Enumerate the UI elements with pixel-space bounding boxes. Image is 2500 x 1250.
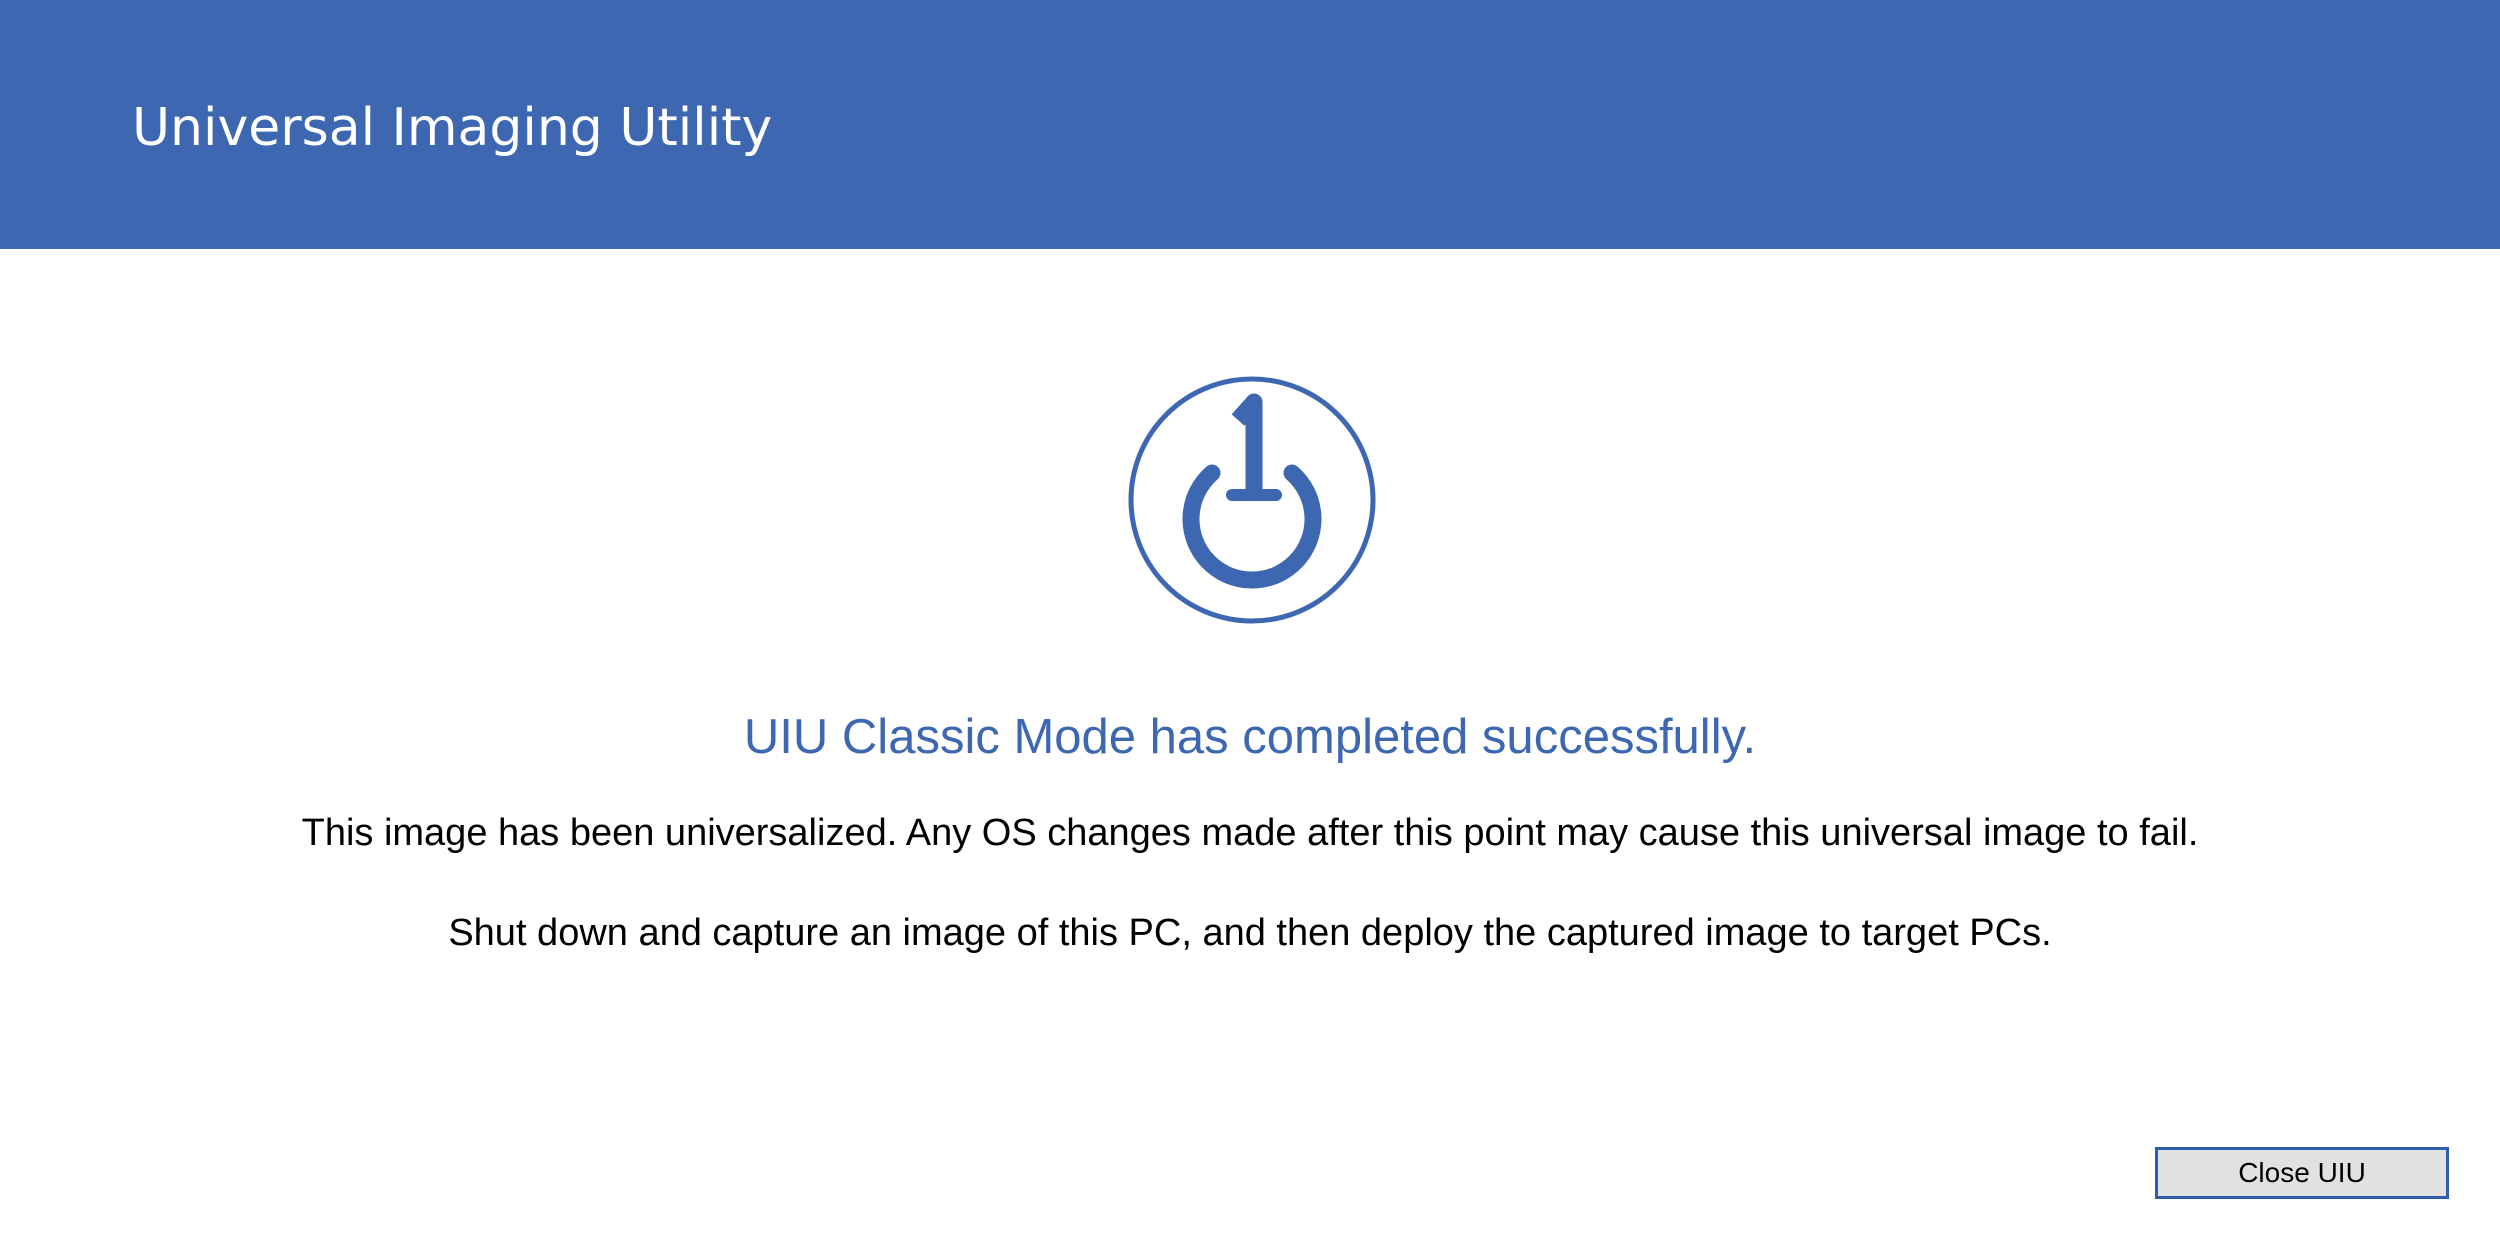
completion-headline: UIU Classic Mode has completed successfu… bbox=[743, 710, 1757, 764]
universalized-message: This image has been universalized. Any O… bbox=[301, 812, 2199, 854]
app-header: Universal Imaging Utility bbox=[0, 0, 2500, 249]
app-window: Universal Imaging Utility UIU Classic Mo… bbox=[0, 0, 2500, 1250]
power-icon bbox=[1128, 376, 1376, 624]
app-title: Universal Imaging Utility bbox=[132, 98, 773, 158]
capture-instructions: Shut down and capture an image of this P… bbox=[448, 912, 2052, 954]
close-uiu-button[interactable]: Close UIU bbox=[2155, 1147, 2449, 1199]
